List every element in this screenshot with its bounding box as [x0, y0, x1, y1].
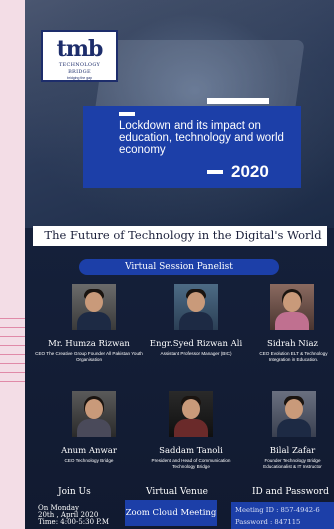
technology-bridge-logo: tmb TECHNOLOGY BRIDGE bridging the gap — [41, 30, 118, 82]
panelist-photo — [169, 391, 213, 437]
event-year: 2020 — [231, 162, 269, 181]
panelist-photo — [270, 284, 314, 330]
event-subtitle: The Future of Technology in the Digital'… — [44, 228, 322, 242]
join-heading: Join Us — [58, 487, 91, 497]
meeting-password: Password : 847115 — [235, 518, 301, 526]
event-title: Lockdown and its impact on education, te… — [119, 120, 284, 156]
logo-tagline: bridging the gap — [66, 76, 93, 80]
panelist-role: CEO Evolution ELT & Technology Integrati… — [259, 351, 328, 362]
panelist-photo — [72, 391, 116, 437]
panelist-name: Engr.Syed Rizwan Ali — [149, 339, 243, 349]
panelist-photo — [272, 391, 316, 437]
panelist-name: Mr. Humza Rizwan — [48, 339, 130, 349]
event-time: Time: 4:00-5:30 P.M — [38, 518, 109, 526]
credentials-box: Meeting ID : 857-4942-6 Password : 84711… — [231, 502, 334, 529]
decor-bar — [207, 98, 269, 104]
panelist-role: CEO Technology Bridge — [64, 458, 114, 463]
logo-mark: tmb — [56, 36, 104, 62]
venue-box: Zoom Cloud Meeting — [125, 500, 217, 526]
panelist-name: Bilal Zafar — [269, 446, 316, 456]
panelist-role: CEO The Creative Group Founder All Pakis… — [35, 351, 143, 362]
logo-name: TECHNOLOGY BRIDGE — [58, 62, 101, 75]
venue-name: Zoom Cloud Meeting — [125, 508, 217, 518]
venue-heading: Virtual Venue — [146, 487, 208, 497]
panelist-role: Assistant Professor Manager (BIC) — [160, 351, 232, 356]
decor-bar — [119, 112, 135, 116]
id-password-heading: ID and Password — [252, 487, 329, 497]
event-poster: tmb TECHNOLOGY BRIDGE bridging the gap L… — [25, 0, 334, 529]
meeting-id: Meeting ID : 857-4942-6 — [235, 506, 320, 514]
title-box: Lockdown and its impact on education, te… — [83, 106, 301, 188]
panel-heading: Virtual Session Panelist — [79, 259, 279, 275]
panelist-role: President and Head of Communication Tech… — [151, 458, 231, 469]
panelist-photo — [72, 284, 116, 330]
panelist-name: Saddam Tanoli — [159, 446, 223, 456]
decor-bar — [207, 170, 223, 174]
panelist-role: Founder Technology Bridge Educationalist… — [263, 458, 322, 469]
panelist-photo — [174, 284, 218, 330]
panelist-name: Sidrah Niaz — [267, 339, 318, 349]
subtitle-band: The Future of Technology in the Digital'… — [33, 226, 327, 246]
panelist-name: Anum Anwar — [61, 446, 117, 456]
